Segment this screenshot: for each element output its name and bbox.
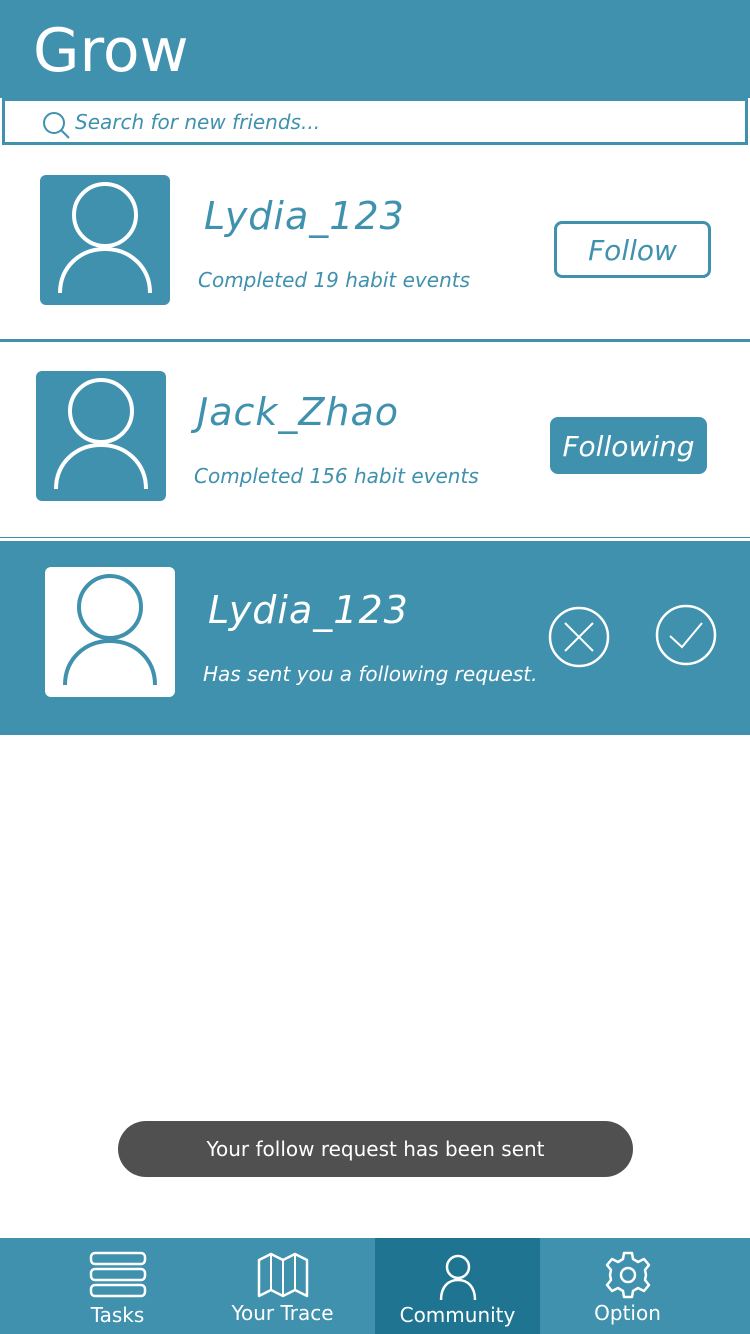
tab-tasks[interactable]: Tasks bbox=[35, 1238, 200, 1334]
follow-request-row: Lydia_123 Has sent you a following reque… bbox=[0, 541, 750, 735]
decline-button[interactable] bbox=[548, 606, 610, 668]
person-icon bbox=[428, 1250, 488, 1300]
search-input[interactable] bbox=[75, 107, 715, 137]
tab-your-trace[interactable]: Your Trace bbox=[200, 1238, 365, 1334]
check-icon bbox=[655, 604, 717, 666]
gear-icon bbox=[598, 1250, 658, 1300]
tab-option[interactable]: Option bbox=[545, 1238, 710, 1334]
app-header: Grow bbox=[0, 0, 750, 98]
request-message: Has sent you a following request. bbox=[203, 662, 538, 686]
map-icon bbox=[253, 1250, 313, 1300]
user-name: Lydia_123 bbox=[204, 194, 405, 238]
user-avatar-icon bbox=[58, 182, 152, 294]
close-icon bbox=[548, 606, 610, 668]
tab-label: Tasks bbox=[90, 1303, 145, 1327]
tab-label: Community bbox=[399, 1303, 516, 1327]
following-button[interactable]: Following bbox=[550, 417, 707, 474]
user-stats: Completed 19 habit events bbox=[198, 268, 471, 292]
requester-name: Lydia_123 bbox=[208, 588, 409, 632]
user-stats: Completed 156 habit events bbox=[194, 464, 479, 488]
avatar bbox=[36, 371, 166, 501]
user-row: Lydia_123 Completed 19 habit events Foll… bbox=[0, 148, 750, 342]
app-title: Grow bbox=[33, 16, 189, 86]
search-icon bbox=[41, 110, 71, 140]
tab-label: Your Trace bbox=[231, 1301, 334, 1325]
avatar bbox=[45, 567, 175, 697]
user-avatar-icon bbox=[63, 574, 157, 686]
accept-button[interactable] bbox=[655, 604, 717, 666]
avatar bbox=[40, 175, 170, 305]
user-name: Jack_Zhao bbox=[197, 390, 400, 434]
tasks-icon bbox=[88, 1250, 148, 1300]
toast-message: Your follow request has been sent bbox=[118, 1121, 633, 1177]
user-row: Jack_Zhao Completed 156 habit events Fol… bbox=[0, 345, 750, 538]
user-avatar-icon bbox=[54, 378, 148, 490]
bottom-tab-bar: Tasks Your Trace Community Option bbox=[0, 1238, 750, 1334]
tab-label: Option bbox=[594, 1301, 661, 1325]
search-bar[interactable] bbox=[2, 98, 748, 145]
follow-button[interactable]: Follow bbox=[554, 221, 711, 278]
tab-community[interactable]: Community bbox=[375, 1238, 540, 1334]
